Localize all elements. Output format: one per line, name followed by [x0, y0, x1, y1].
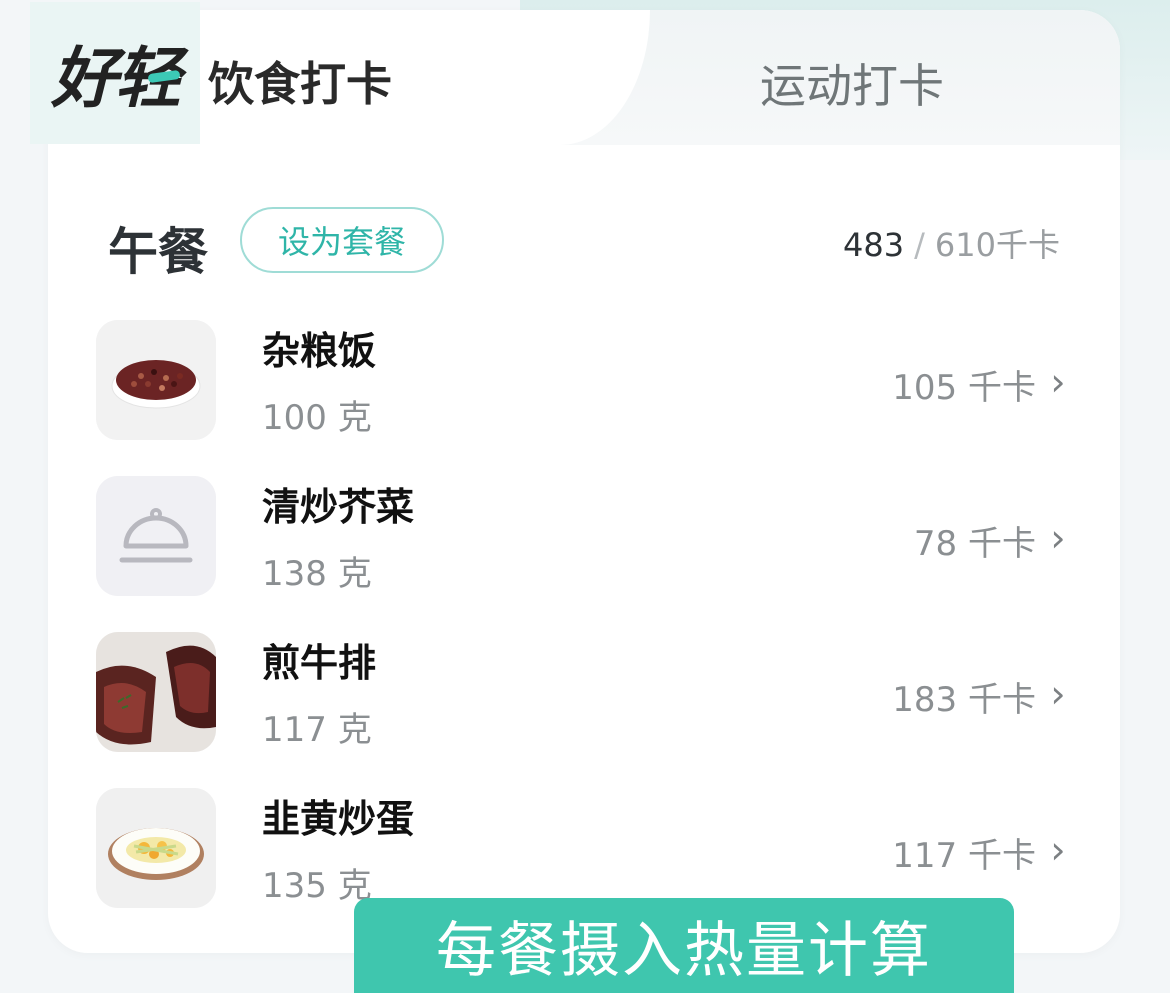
caption-banner: 每餐摄入热量计算 — [354, 898, 1014, 993]
food-calories: 183 千卡 — [892, 680, 1036, 720]
meal-calories-current: 483 — [843, 226, 905, 264]
food-name: 杂粮饭 — [262, 329, 377, 373]
food-image-multigrain-rice — [96, 320, 216, 440]
food-image-steak — [96, 632, 216, 752]
food-item[interactable]: 清炒芥菜 138 克 78 千卡 › — [96, 476, 1096, 596]
food-item[interactable]: 煎牛排 117 克 183 千卡 › — [96, 632, 1096, 752]
set-as-combo-button[interactable]: 设为套餐 — [240, 207, 444, 273]
food-calories: 117 千卡 — [892, 836, 1036, 876]
chevron-right-icon: › — [1050, 516, 1066, 560]
calorie-separator: / — [914, 226, 925, 264]
food-quantity: 138 克 — [262, 554, 372, 594]
food-name: 煎牛排 — [262, 641, 377, 685]
food-name: 韭黄炒蛋 — [262, 797, 415, 841]
food-quantity: 117 克 — [262, 710, 372, 750]
tab-exercise-checkin[interactable]: 运动打卡 — [760, 50, 944, 116]
food-quantity: 135 克 — [262, 866, 372, 906]
food-quantity: 100 克 — [262, 398, 372, 438]
food-calories: 78 千卡 — [913, 524, 1036, 564]
chevron-right-icon: › — [1050, 672, 1066, 716]
food-item[interactable]: 韭黄炒蛋 135 克 117 千卡 › — [96, 788, 1096, 908]
food-image-chives-egg — [96, 788, 216, 908]
food-name: 清炒芥菜 — [262, 485, 415, 529]
tab-diet-checkin[interactable]: 饮食打卡 — [208, 48, 392, 114]
chevron-right-icon: › — [1050, 360, 1066, 404]
food-calories: 105 千卡 — [892, 368, 1036, 408]
chevron-right-icon: › — [1050, 828, 1066, 872]
meal-calories-target: 610千卡 — [934, 226, 1060, 264]
meal-title: 午餐 — [108, 223, 208, 281]
cloche-placeholder-icon — [96, 476, 216, 596]
meal-calorie-summary: 483/610千卡 — [843, 220, 1060, 266]
food-item[interactable]: 杂粮饭 100 克 105 千卡 › — [96, 320, 1096, 440]
